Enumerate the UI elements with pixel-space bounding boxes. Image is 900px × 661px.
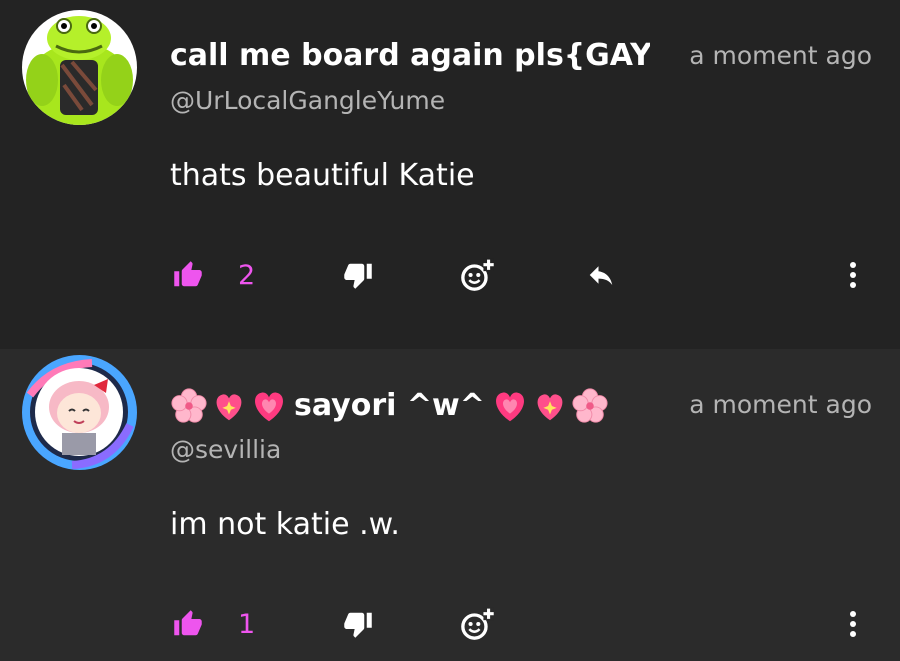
timestamp: a moment ago (689, 41, 872, 70)
like-button[interactable] (168, 247, 208, 303)
comment-card: call me board again pls{GAY} a moment ag… (0, 0, 900, 349)
reply-button[interactable] (580, 247, 622, 303)
like-button[interactable] (168, 596, 208, 652)
add-reaction-icon (461, 607, 494, 640)
comment-actions: 2 (0, 247, 900, 303)
growing-heart-emoji (495, 392, 524, 422)
thumbs-down-icon (344, 612, 372, 638)
cherry-blossom-emoji (171, 388, 207, 423)
more-options-button[interactable] (838, 247, 868, 303)
like-count: 2 (238, 259, 256, 291)
more-options-button[interactable] (838, 596, 868, 652)
thumbs-up-icon (174, 261, 202, 287)
more-vertical-icon (850, 611, 856, 637)
comment-text: im not katie .w. (170, 507, 400, 542)
add-reaction-button[interactable] (453, 596, 501, 652)
add-reaction-icon (461, 258, 494, 291)
timestamp: a moment ago (689, 390, 872, 419)
add-reaction-button[interactable] (453, 247, 501, 303)
comment-text: thats beautiful Katie (170, 158, 475, 193)
user-handle[interactable]: @sevillia (170, 435, 281, 464)
thumbs-up-icon (174, 610, 202, 636)
growing-heart-emoji (255, 392, 283, 422)
sparkling-heart-emoji (216, 394, 242, 421)
dislike-button[interactable] (338, 247, 378, 303)
comment-actions: 1 (0, 596, 900, 652)
avatar[interactable] (22, 10, 137, 125)
comment-card: sayori ^w^ a moment ago @sevillia im not… (0, 349, 900, 661)
avatar[interactable] (22, 355, 137, 470)
more-vertical-icon (850, 262, 856, 288)
like-count: 1 (238, 608, 256, 640)
sparkling-heart-emoji (537, 394, 563, 421)
display-name[interactable]: sayori ^w^ (170, 387, 611, 425)
dislike-button[interactable] (338, 596, 378, 652)
display-name[interactable]: call me board again pls{GAY} (170, 38, 650, 74)
cherry-blossom-emoji (572, 388, 608, 423)
reply-arrow-icon (589, 266, 613, 285)
user-handle[interactable]: @UrLocalGangleYume (170, 86, 445, 115)
thumbs-down-icon (344, 263, 372, 289)
